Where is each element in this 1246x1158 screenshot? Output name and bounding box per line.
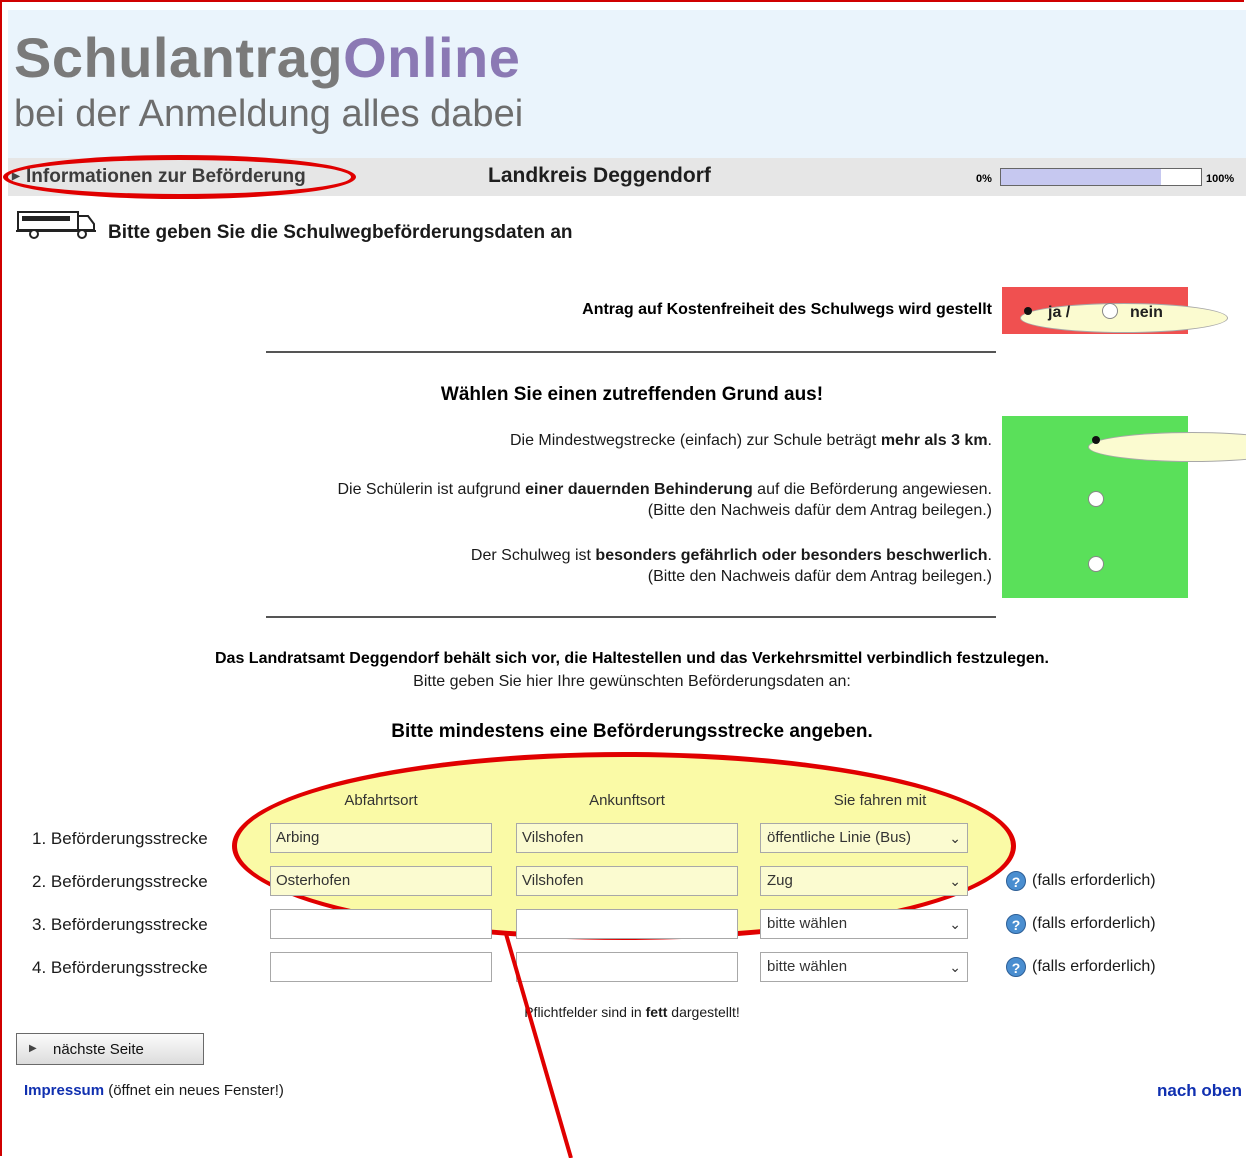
annotation-arrow <box>504 933 573 1158</box>
impressum-note: (öffnet ein neues Fenster!) <box>104 1082 284 1099</box>
impressum: Impressum (öffnet ein neues Fenster!) <box>24 1082 284 1099</box>
impressum-link[interactable]: Impressum <box>24 1082 104 1099</box>
next-page-button[interactable]: ▶ nächste Seite <box>16 1033 204 1065</box>
next-page-label: nächste Seite <box>53 1040 144 1058</box>
back-to-top-link[interactable]: nach oben <box>1157 1081 1242 1101</box>
play-icon: ▶ <box>29 1043 37 1054</box>
